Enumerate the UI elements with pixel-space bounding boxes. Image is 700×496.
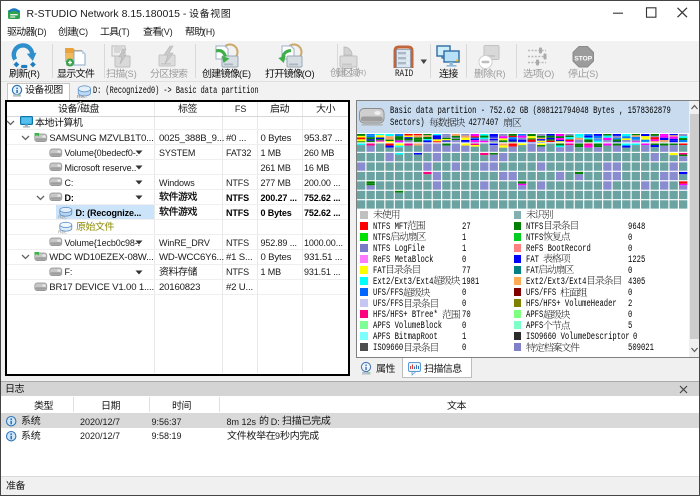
svg-text:STOP: STOP <box>574 55 592 62</box>
svg-text:Rec.: Rec. <box>58 229 67 234</box>
svg-text:Rec.: Rec. <box>58 214 67 219</box>
svg-text:Rec.: Rec. <box>77 93 87 99</box>
